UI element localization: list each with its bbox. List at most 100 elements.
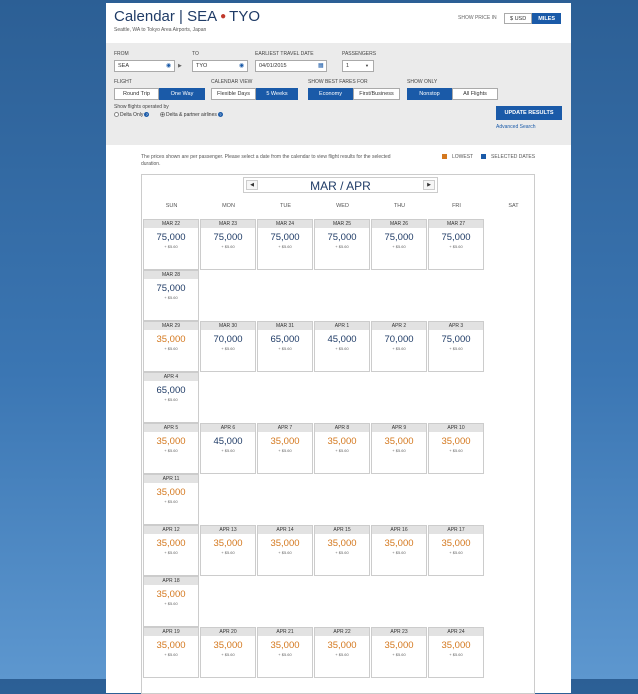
calendar-day-cell[interactable]: APR 20 35,000 + $5.60 (200, 627, 256, 678)
five-weeks-button[interactable]: 5 Weeks (256, 88, 298, 100)
next-month-button[interactable]: ▶ (423, 180, 435, 190)
calendar-day-cell[interactable]: MAR 22 75,000 + $5.60 (143, 219, 199, 270)
currency-usd-button[interactable]: $ USD (504, 13, 533, 24)
selected-swatch-icon (481, 154, 486, 159)
day-tax: + $5.60 (221, 652, 235, 657)
calendar-day-cell[interactable]: APR 15 35,000 + $5.60 (314, 525, 370, 576)
fare-class-toggle: Economy First/Business (308, 88, 400, 100)
calendar-day-cell[interactable]: APR 24 35,000 + $5.60 (428, 627, 484, 678)
calendar-day-cell[interactable]: APR 7 35,000 + $5.60 (257, 423, 313, 474)
day-date: APR 6 (201, 424, 255, 432)
day-date: APR 17 (429, 526, 483, 534)
day-date: MAR 22 (144, 220, 198, 228)
operated-by-label: Show flights operated by (114, 104, 169, 110)
stops-toggle: Nonstop All Flights (407, 88, 498, 100)
passengers-select[interactable]: 1 ▼ (342, 60, 374, 72)
calendar-day-cell[interactable]: APR 10 35,000 + $5.60 (428, 423, 484, 474)
calendar-day-cell[interactable]: APR 6 45,000 + $5.60 (200, 423, 256, 474)
chevron-down-icon: ▼ (365, 63, 369, 68)
date-label: EARLIEST TRAVEL DATE (255, 51, 314, 57)
info-icon[interactable]: ? (217, 112, 223, 117)
round-trip-button[interactable]: Round Trip (114, 88, 159, 100)
calendar-day-cell[interactable]: APR 22 35,000 + $5.60 (314, 627, 370, 678)
calendar-day-cell[interactable]: APR 11 35,000 + $5.60 (143, 474, 199, 525)
calendar-day-cell[interactable]: APR 21 35,000 + $5.60 (257, 627, 313, 678)
radio-selected-icon[interactable] (160, 112, 165, 117)
calendar-day-cell[interactable]: MAR 26 75,000 + $5.60 (371, 219, 427, 270)
calendar-day-cell[interactable]: APR 1 45,000 + $5.60 (314, 321, 370, 372)
advanced-search-link[interactable]: Advanced Search (496, 124, 535, 130)
day-date: APR 5 (144, 424, 198, 432)
day-date: APR 13 (201, 526, 255, 534)
day-date: MAR 24 (258, 220, 312, 228)
calendar-day-cell[interactable]: MAR 31 65,000 + $5.60 (257, 321, 313, 372)
day-tax: + $5.60 (392, 346, 406, 351)
info-icon[interactable]: ? (144, 112, 150, 117)
title-origin: Calendar | SEA (114, 8, 218, 25)
all-flights-button[interactable]: All Flights (452, 88, 498, 100)
calendar-day-cell[interactable]: APR 12 35,000 + $5.60 (143, 525, 199, 576)
calendar-day-cell[interactable]: MAR 24 75,000 + $5.60 (257, 219, 313, 270)
calendar-day-cell[interactable]: APR 2 70,000 + $5.60 (371, 321, 427, 372)
one-way-button[interactable]: One Way (159, 88, 205, 100)
calendar-icon[interactable]: ▦ (318, 63, 324, 69)
calendar-day-cell[interactable]: APR 14 35,000 + $5.60 (257, 525, 313, 576)
calendar-day-cell[interactable]: MAR 30 70,000 + $5.60 (200, 321, 256, 372)
flexible-days-button[interactable]: Flexible Days (211, 88, 256, 100)
calendar-day-cell[interactable]: APR 18 35,000 + $5.60 (143, 576, 199, 627)
calendar-day-cell[interactable]: APR 3 75,000 + $5.60 (428, 321, 484, 372)
day-date: APR 18 (144, 577, 198, 585)
day-tax: + $5.60 (392, 448, 406, 453)
day-date: APR 3 (429, 322, 483, 330)
day-miles: 35,000 (213, 538, 243, 549)
currency-miles-button[interactable]: MILES (532, 13, 562, 24)
calendar-day-cell[interactable]: APR 5 35,000 + $5.60 (143, 423, 199, 474)
calendar-day-cell[interactable]: APR 19 35,000 + $5.60 (143, 627, 199, 678)
calendar-day-cell[interactable]: APR 4 65,000 + $5.60 (143, 372, 199, 423)
calendar-day-cell[interactable]: MAR 28 75,000 + $5.60 (143, 270, 199, 321)
calendar-day-cell[interactable]: APR 17 35,000 + $5.60 (428, 525, 484, 576)
radio-icon[interactable] (114, 112, 119, 117)
nonstop-button[interactable]: Nonstop (407, 88, 452, 100)
calendar-day-cell[interactable]: APR 9 35,000 + $5.60 (371, 423, 427, 474)
day-miles: 75,000 (441, 232, 471, 243)
day-miles: 35,000 (384, 640, 414, 651)
update-results-button[interactable]: UPDATE RESULTS (496, 106, 562, 120)
day-date: APR 19 (144, 628, 198, 636)
fare-calendar: ◀ MAR / APR ▶ SUN MON TUE WED THU FRI SAT MAR 2… (141, 174, 535, 694)
first-business-button[interactable]: First/Business (353, 88, 400, 100)
day-tax: + $5.60 (278, 448, 292, 453)
day-tax: + $5.60 (335, 244, 349, 249)
month-navigator: ◀ MAR / APR ▶ (243, 177, 438, 193)
calendar-day-cell[interactable]: APR 8 35,000 + $5.60 (314, 423, 370, 474)
from-field[interactable]: SEA ◉ (114, 60, 175, 72)
day-miles: 75,000 (384, 232, 414, 243)
passengers-value: 1 (346, 63, 350, 69)
day-date: MAR 27 (429, 220, 483, 228)
day-miles: 45,000 (213, 436, 243, 447)
calendar-day-cell[interactable]: APR 13 35,000 + $5.60 (200, 525, 256, 576)
calendar-day-cell[interactable]: APR 16 35,000 + $5.60 (371, 525, 427, 576)
calendar-day-cell[interactable]: MAR 29 35,000 + $5.60 (143, 321, 199, 372)
flight-type-toggle: Round Trip One Way (114, 88, 205, 100)
day-date: APR 10 (429, 424, 483, 432)
calendar-day-cell[interactable]: MAR 25 75,000 + $5.60 (314, 219, 370, 270)
day-tax: + $5.60 (449, 652, 463, 657)
day-date: APR 12 (144, 526, 198, 534)
calendar-day-cell[interactable]: MAR 27 75,000 + $5.60 (428, 219, 484, 270)
day-tax: + $5.60 (164, 652, 178, 657)
delta-only-radio[interactable]: Delta Only? (114, 112, 150, 118)
legend-lowest-label: LOWEST (452, 154, 474, 160)
day-tax: + $5.60 (164, 295, 178, 300)
calendar-day-cell[interactable]: APR 23 35,000 + $5.60 (371, 627, 427, 678)
calendar-day-cell[interactable]: MAR 23 75,000 + $5.60 (200, 219, 256, 270)
economy-button[interactable]: Economy (308, 88, 353, 100)
day-tax: + $5.60 (449, 244, 463, 249)
to-field[interactable]: TYO ◉ (192, 60, 248, 72)
delta-partner-radio[interactable]: Delta & partner airlines? (160, 112, 223, 118)
travel-date-field[interactable]: 04/01/2015 ▦ (255, 60, 327, 72)
day-tax: + $5.60 (449, 550, 463, 555)
day-tax: + $5.60 (221, 550, 235, 555)
page-title: Calendar | SEA ● TYO (114, 8, 260, 25)
day-tax: + $5.60 (278, 550, 292, 555)
